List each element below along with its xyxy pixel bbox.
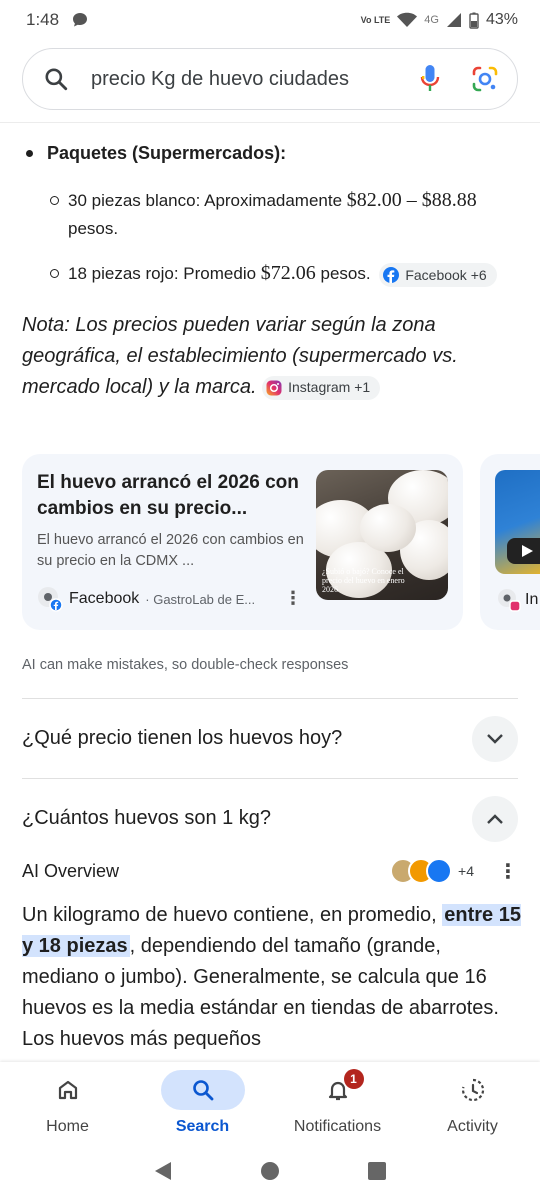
ai-overview-header: AI Overview +4 ⋮ — [22, 858, 518, 884]
instagram-source-icon — [498, 589, 521, 612]
note-body: Nota: Los precios pueden variar según la… — [22, 314, 458, 398]
note-text: Nota: Los precios pueden variar según la… — [22, 310, 522, 403]
card-source-sub: · GastroLab de E... — [145, 591, 256, 607]
bullet-ring-icon — [50, 196, 59, 205]
chip-label: Facebook +6 — [405, 266, 487, 283]
nav-notifications-label: Notifications — [293, 1118, 382, 1135]
expand-button[interactable] — [472, 715, 518, 762]
system-navigation — [0, 1142, 540, 1200]
search-query[interactable]: precio Kg de huevo ciudades — [91, 68, 419, 91]
ai-text-before: Un kilogramo de huevo contiene, en prome… — [22, 904, 443, 926]
list-item: 30 piezas blanco: Aproximadamente $82.00… — [50, 186, 520, 243]
bullet-ring-icon — [50, 269, 59, 278]
ai-disclaimer: AI can make mistakes, so double-check re… — [22, 657, 349, 673]
card-source-name: In — [525, 591, 539, 608]
item2-price: $72.06 — [260, 262, 316, 284]
card-title[interactable]: El huevo arrancó el 2026 con cambios en … — [37, 470, 307, 522]
microphone-icon[interactable] — [419, 64, 441, 94]
question-text[interactable]: ¿Cuántos huevos son 1 kg? — [22, 807, 271, 830]
facebook-source-icon — [38, 587, 63, 612]
battery-percent: 43% — [485, 11, 518, 28]
chat-bubble-icon — [73, 13, 88, 27]
source-avatars[interactable]: +4 ⋮ — [390, 858, 518, 884]
more-options-icon[interactable]: ⋮ — [498, 859, 518, 884]
collapse-button[interactable] — [472, 795, 518, 842]
recents-icon[interactable] — [366, 1160, 388, 1182]
thumbnail-caption: ¿Subió o bajó? Conoce el precio del huev… — [322, 567, 405, 594]
bottom-navigation: Home Search 1 Notifications Activity — [0, 1062, 540, 1142]
item1-unit: pesos. — [68, 219, 119, 238]
status-bar: 1:48 Vo LTE 4G 43% — [0, 0, 540, 40]
item2-unit: pesos. — [315, 264, 371, 283]
network-type: 4G — [424, 14, 439, 26]
card-source-name: Facebook — [69, 590, 140, 607]
clock: 1:48 — [26, 10, 60, 29]
header-divider — [0, 122, 540, 123]
activity-icon — [461, 1078, 484, 1102]
chevron-up-icon — [487, 813, 503, 824]
more-options-icon[interactable]: ⋮ — [284, 588, 302, 609]
play-icon — [507, 538, 540, 564]
news-card[interactable]: El huevo arrancó el 2026 con cambios en … — [22, 454, 463, 630]
item1-price: $82.00 – $88.88 — [346, 189, 477, 211]
news-card-next[interactable]: In — [480, 454, 540, 630]
facebook-avatar — [426, 858, 453, 884]
bullet-title: Paquetes (Supermercados): — [47, 143, 287, 163]
battery-icon — [469, 12, 479, 29]
signal-icon — [446, 13, 461, 27]
search-icon — [192, 1080, 213, 1101]
question-text[interactable]: ¿Qué precio tienen los huevos hoy? — [22, 727, 342, 750]
home-icon — [58, 1080, 77, 1100]
back-icon[interactable] — [152, 1160, 174, 1182]
more-sources-count: +4 — [458, 863, 474, 879]
item1-label: 30 piezas blanco: Aproximadamente — [68, 191, 347, 210]
chip-label: Instagram +1 — [288, 379, 371, 396]
card-thumbnail[interactable]: ¿Subió o bajó? Conoce el precio del huev… — [316, 470, 448, 600]
card-snippet: El huevo arrancó el 2026 con cambios en … — [37, 532, 304, 569]
card-source: Facebook · GastroLab de E... — [37, 586, 255, 612]
volte-indicator: Vo LTE — [360, 14, 391, 25]
instagram-icon — [266, 380, 282, 396]
google-lens-icon[interactable] — [471, 65, 499, 93]
search-icon — [45, 68, 68, 91]
nav-activity-label: Activity — [447, 1118, 498, 1135]
source-chip-instagram[interactable]: Instagram +1 — [262, 375, 381, 400]
list-item: 18 piezas rojo: Promedio $72.06 pesos. F… — [50, 259, 520, 288]
card-source: In — [497, 588, 538, 612]
results-content[interactable]: Paquetes (Supermercados): 30 piezas blan… — [0, 130, 540, 1060]
card-thumbnail[interactable] — [495, 470, 540, 574]
ai-overview-text: Un kilogramo de huevo contiene, en prome… — [22, 900, 522, 1055]
search-bar[interactable]: precio Kg de huevo ciudades — [22, 48, 518, 110]
nav-home-label: Home — [46, 1118, 89, 1135]
wifi-icon — [397, 12, 418, 27]
notification-badge: 1 — [343, 1069, 364, 1089]
nav-home[interactable]: Home — [0, 1062, 135, 1142]
bullet-dot-icon — [26, 150, 33, 157]
ai-overview-label: AI Overview — [22, 860, 120, 881]
bullet-packages: Paquetes (Supermercados): — [26, 143, 286, 164]
source-chip-facebook[interactable]: Facebook +6 — [379, 262, 497, 287]
nav-notifications[interactable]: 1 Notifications — [270, 1062, 405, 1142]
nav-search-label: Search — [175, 1118, 230, 1135]
home-circle-icon[interactable] — [259, 1160, 281, 1182]
related-question[interactable]: ¿Qué precio tienen los huevos hoy? — [22, 698, 518, 778]
related-question[interactable]: ¿Cuántos huevos son 1 kg? — [22, 778, 518, 858]
item2-label: 18 piezas rojo: Promedio — [68, 264, 261, 283]
nav-search[interactable]: Search — [135, 1062, 270, 1142]
chevron-down-icon — [487, 733, 503, 744]
nav-activity[interactable]: Activity — [405, 1062, 540, 1142]
facebook-icon — [383, 266, 400, 283]
